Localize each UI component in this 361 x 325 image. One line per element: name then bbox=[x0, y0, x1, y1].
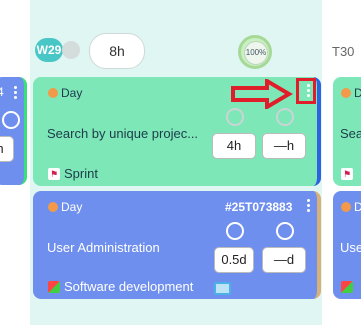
monitor-icon bbox=[214, 282, 231, 295]
next-week-card[interactable]: D Use bbox=[333, 191, 361, 299]
kebab-menu-icon[interactable] bbox=[307, 199, 311, 212]
remaining-clock-icon bbox=[276, 222, 294, 240]
sprint-tag-icon: ⚑ bbox=[48, 168, 60, 180]
next-week-card[interactable]: D Sea ⚑ bbox=[333, 77, 361, 186]
estimate-input[interactable]: 4h bbox=[212, 133, 256, 159]
tag-label: Software development bbox=[64, 279, 194, 294]
card-type-label: Day bbox=[61, 200, 83, 214]
status-dot bbox=[48, 88, 58, 98]
week-header: W29 8h 100% T30 bbox=[0, 0, 361, 76]
previous-card[interactable]: 4 h bbox=[0, 77, 27, 185]
remaining-input[interactable]: —d bbox=[262, 247, 306, 273]
card-type-label: D bbox=[354, 86, 361, 100]
week-badge[interactable]: W29 bbox=[35, 38, 63, 62]
estimate-clock-icon bbox=[226, 222, 244, 240]
project-tag-icon bbox=[341, 281, 353, 293]
previous-card-partial-text: 4 bbox=[0, 85, 4, 99]
tag-label: Sprint bbox=[64, 166, 98, 181]
progress-ring: 100% bbox=[238, 35, 272, 69]
card-title: Sea bbox=[340, 126, 361, 141]
previous-card-value[interactable]: h bbox=[0, 136, 14, 162]
week-status-dot bbox=[62, 41, 80, 59]
annotation-arrow-icon bbox=[231, 79, 293, 109]
status-dot bbox=[341, 202, 351, 212]
week-hours-pill[interactable]: 8h bbox=[89, 33, 145, 69]
task-id[interactable]: #25T073883 bbox=[225, 200, 292, 214]
project-tag-icon bbox=[48, 281, 60, 293]
status-dot bbox=[341, 88, 351, 98]
annotation-highlight-box bbox=[296, 78, 316, 104]
remaining-clock-icon bbox=[276, 108, 294, 126]
card-title[interactable]: User Administration bbox=[47, 240, 160, 255]
next-week-label[interactable]: T30 bbox=[332, 44, 354, 59]
estimate-input[interactable]: 0.5d bbox=[214, 247, 254, 273]
kebab-menu-icon[interactable] bbox=[14, 86, 18, 99]
card-title: Use bbox=[340, 240, 361, 255]
sprint-tag-icon: ⚑ bbox=[341, 168, 353, 180]
progress-percent: 100% bbox=[244, 41, 268, 65]
clock-icon bbox=[2, 111, 20, 129]
remaining-input[interactable]: —h bbox=[262, 133, 306, 159]
status-dot bbox=[48, 202, 58, 212]
estimate-clock-icon bbox=[226, 108, 244, 126]
task-card[interactable]: Day #25T073883 User Administration 0.5d … bbox=[33, 191, 321, 299]
card-type-label: Day bbox=[61, 86, 83, 100]
card-type-label: D bbox=[354, 200, 361, 214]
card-title[interactable]: Search by unique projec... bbox=[47, 126, 198, 141]
